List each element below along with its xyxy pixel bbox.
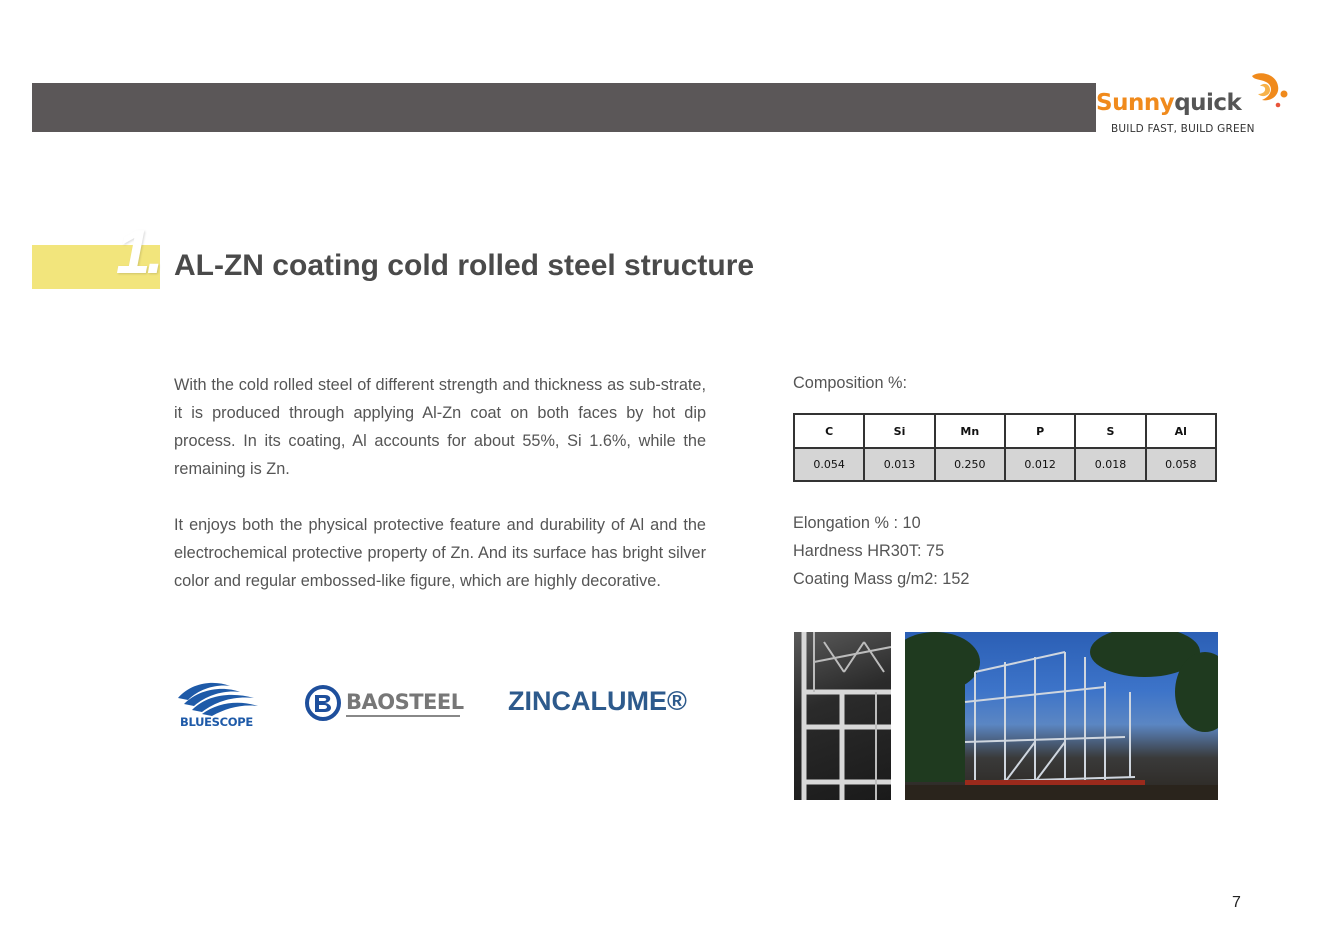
logo-swirl-icon — [1252, 73, 1288, 108]
header-cell-p: P — [1003, 413, 1077, 449]
header-cell-al: Al — [1144, 413, 1218, 449]
composition-table: C Si Mn P S Al 0.054 0.013 0.250 0.012 0… — [792, 413, 1218, 482]
coating-mass-text: Coating Mass g/m2: 152 — [793, 570, 970, 588]
header-cell-mn: Mn — [933, 413, 1006, 449]
header-cell-c: C — [792, 413, 866, 449]
description-paragraph-2: It enjoys both the physical protective f… — [174, 516, 706, 590]
composition-label: Composition %: — [793, 374, 908, 392]
header-bar — [32, 83, 1096, 132]
value-cell-p: 0.012 — [1003, 448, 1077, 482]
value-cell-al: 0.058 — [1144, 448, 1218, 482]
elongation-text: Elongation % : 10 — [793, 514, 921, 532]
baosteel-emblem-icon — [305, 685, 341, 721]
logo-word-quick: quick — [1174, 90, 1242, 116]
header-cell-si: Si — [863, 413, 936, 449]
hardness-text: Hardness HR30T: 75 — [793, 542, 945, 560]
baosteel-wordmark: BAOSTEEL — [346, 690, 464, 714]
logo-wordmark: Sunnyquick — [1096, 90, 1242, 116]
header-cell-s: S — [1074, 413, 1147, 449]
sunnyquick-logo: Sunnyquick BUILD FAST, BUILD GREEN — [1096, 72, 1296, 142]
logo-word-sunny: Sunny — [1096, 90, 1175, 116]
steel-frame-house-drawing — [905, 632, 1218, 800]
steel-frame-closeup-photo — [794, 632, 891, 800]
steel-frame-closeup-drawing — [801, 632, 891, 800]
zincalume-logo: ZINCALUME® — [508, 686, 687, 716]
baosteel-underline — [346, 715, 460, 717]
steel-frame-house-photo — [905, 632, 1218, 800]
value-cell-mn: 0.250 — [933, 448, 1006, 482]
bluescope-logo: BLUESCOPE — [174, 678, 260, 732]
logo-tagline: BUILD FAST, BUILD GREEN — [1111, 123, 1255, 135]
bluescope-wave-icon — [178, 682, 258, 716]
value-cell-s: 0.018 — [1074, 448, 1147, 482]
value-cell-c: 0.054 — [792, 448, 866, 482]
value-cell-si: 0.013 — [863, 448, 936, 482]
section-title: AL-ZN coating cold rolled steel structur… — [174, 249, 755, 282]
description-paragraph-1: With the cold rolled steel of different … — [174, 376, 706, 478]
section-number: 1. — [116, 218, 164, 287]
composition-value-row: 0.054 0.013 0.250 0.012 0.018 0.058 — [792, 448, 1218, 482]
brochure-page: Sunnyquick BUILD FAST, BUILD GREEN 1. AL… — [0, 0, 1318, 931]
baosteel-logo: BAOSTEEL — [305, 685, 465, 723]
page-number: 7 — [1232, 894, 1241, 911]
composition-header-row: C Si Mn P S Al — [792, 413, 1218, 449]
bluescope-wordmark: BLUESCOPE — [180, 715, 253, 729]
